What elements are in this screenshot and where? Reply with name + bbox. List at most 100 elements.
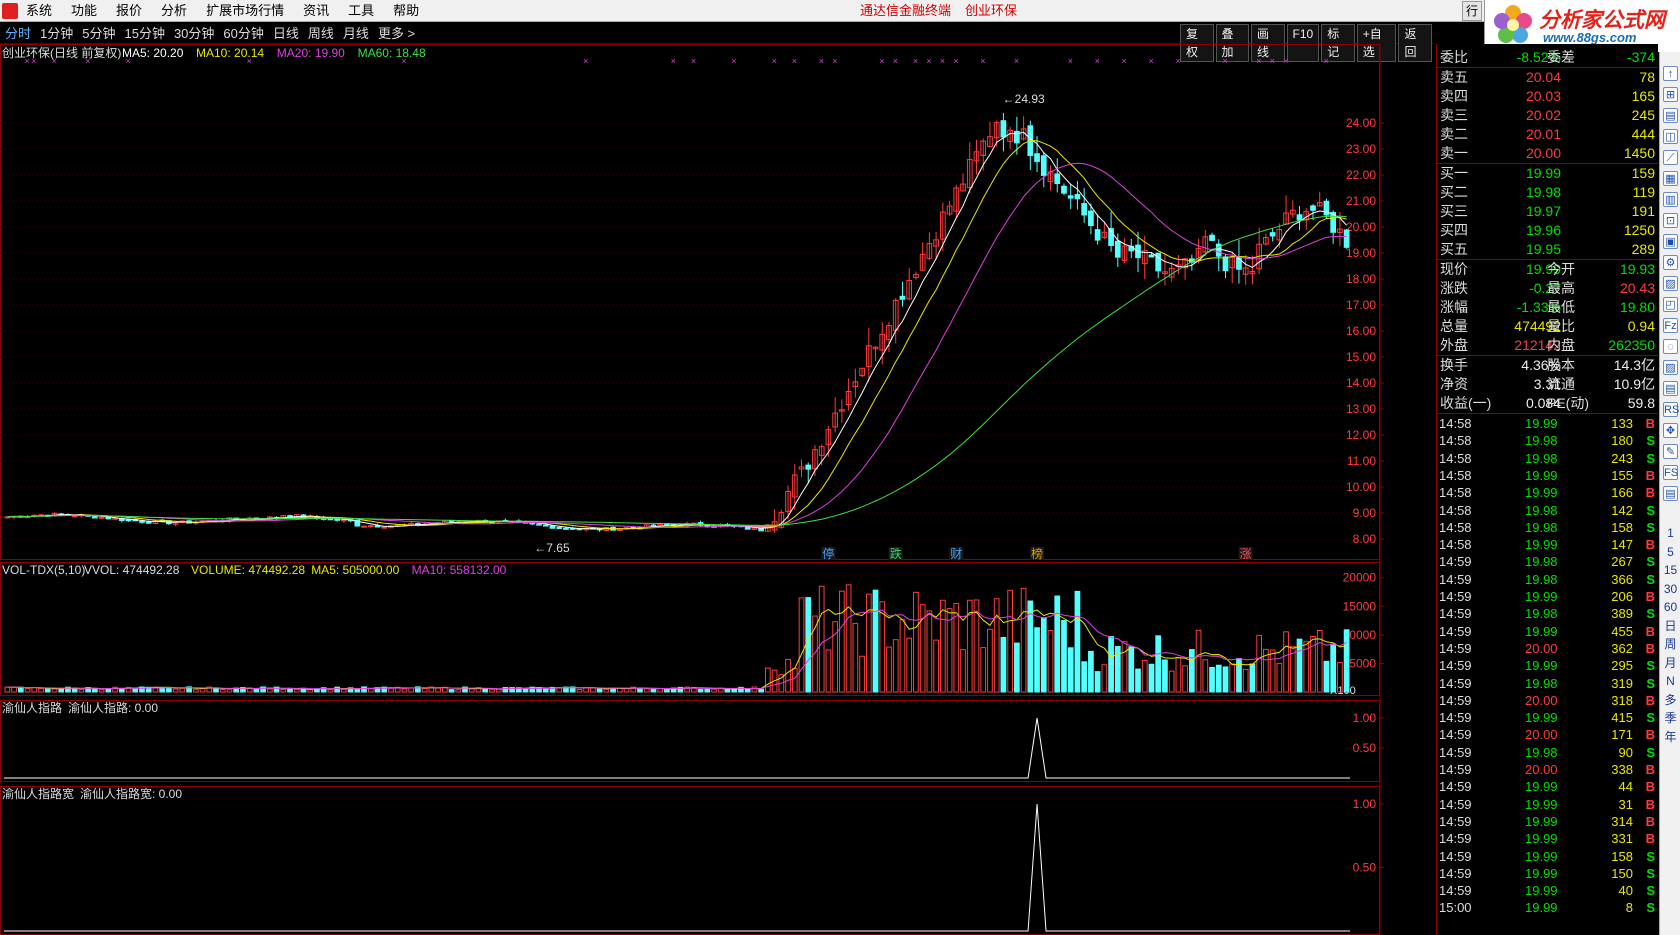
stat-row-4-value2: 262350 <box>1608 337 1655 353</box>
strip-tool-icon[interactable]: FS <box>1663 465 1678 480</box>
event-tag-3[interactable]: 榜 <box>1031 546 1043 561</box>
tick-volume: 158 <box>1611 848 1633 864</box>
tick-price: 20.00 <box>1525 692 1558 708</box>
strip-tool-icon[interactable]: ▤ <box>1663 108 1678 123</box>
tab-period-3[interactable]: 15分钟 <box>124 23 164 44</box>
strip-tool-icon[interactable]: ▣ <box>1663 234 1678 249</box>
strip-tool-icon[interactable]: ✥ <box>1663 423 1678 438</box>
price-tick-label: 13.00 <box>1346 402 1376 416</box>
tab-period-7[interactable]: 周线 <box>308 23 334 44</box>
volume-bar <box>11 686 17 693</box>
menu-item-0[interactable]: 系统 <box>26 0 52 22</box>
tick-row: 14:58 19.98 158 S <box>1437 519 1658 537</box>
volume-bar <box>744 688 751 693</box>
tab-period-9[interactable]: 更多 > <box>378 23 415 44</box>
tab-period-5[interactable]: 60分钟 <box>223 23 263 44</box>
tab-period-8[interactable]: 月线 <box>343 23 369 44</box>
menu-item-3[interactable]: 分析 <box>161 0 187 22</box>
brand-url[interactable]: www.88gs.com <box>1543 30 1636 45</box>
candle-body <box>536 523 542 526</box>
strip-period-5[interactable]: 日 <box>1663 619 1678 634</box>
volume-bar <box>1162 659 1168 693</box>
strip-period-9[interactable]: 多 <box>1663 693 1678 708</box>
strip-tool-icon[interactable]: ▦ <box>1663 171 1678 186</box>
tick-side: S <box>1646 571 1655 587</box>
menu-item-2[interactable]: 报价 <box>116 0 142 22</box>
bid-row-3-label: 买四 <box>1440 222 1468 238</box>
signal-marker: × <box>1148 56 1153 66</box>
tab-period-1[interactable]: 1分钟 <box>40 23 73 44</box>
tick-price: 19.99 <box>1525 485 1558 501</box>
menu-item-4[interactable]: 扩展市场行情 <box>206 0 284 22</box>
stat-row-2-value2: 19.80 <box>1619 299 1655 315</box>
ma-label-1: MA10: 20.14 <box>196 46 264 60</box>
strip-tool-icon[interactable]: ▥ <box>1663 192 1678 207</box>
strip-tool-icon[interactable]: ◰ <box>1663 297 1678 312</box>
candle-body <box>1094 229 1101 241</box>
tick-row: 14:58 19.99 166 B <box>1437 484 1658 502</box>
tick-side: B <box>1645 727 1655 743</box>
tick-row: 14:59 20.00 338 B <box>1437 761 1658 779</box>
window-control-button[interactable]: 行 <box>1462 1 1482 21</box>
strip-period-4[interactable]: 60 <box>1663 600 1678 615</box>
tick-time: 14:59 <box>1439 710 1472 726</box>
strip-period-2[interactable]: 15 <box>1663 563 1678 578</box>
signal-marker: × <box>1256 56 1261 66</box>
strip-tool-icon[interactable]: ▨ <box>1663 360 1678 375</box>
tab-period-4[interactable]: 30分钟 <box>174 23 214 44</box>
tick-volume: 8 <box>1625 900 1633 916</box>
strip-period-11[interactable]: 年 <box>1663 730 1678 745</box>
volume-bar <box>805 597 812 693</box>
tick-price: 19.99 <box>1525 796 1558 812</box>
event-tag-1[interactable]: 跌 <box>890 546 902 561</box>
menu-item-5[interactable]: 资讯 <box>303 0 329 22</box>
strip-tool-icon[interactable]: ✎ <box>1663 444 1678 459</box>
strip-tool-icon[interactable]: Fz <box>1663 318 1678 333</box>
strip-tool-icon[interactable]: ▨ <box>1663 276 1678 291</box>
volume-bar <box>879 601 886 693</box>
tab-period-0[interactable]: 分时 <box>5 23 31 44</box>
tick-side: S <box>1646 658 1655 674</box>
weibi-row-label2: 委差 <box>1547 49 1575 65</box>
strip-tool-icon[interactable]: ⊞ <box>1663 87 1678 102</box>
tab-period-6[interactable]: 日线 <box>273 23 299 44</box>
price-panel-title: 创业环保(日线 前复权) <box>2 45 121 60</box>
strip-period-3[interactable]: 30 <box>1663 582 1678 597</box>
tick-row: 14:59 20.00 318 B <box>1437 692 1658 710</box>
strip-tool-icon[interactable]: ⟋ <box>1663 150 1678 165</box>
tick-time: 14:59 <box>1439 571 1472 587</box>
strip-tool-icon[interactable]: ◫ <box>1663 129 1678 144</box>
strip-tool-icon[interactable]: RSI <box>1663 402 1680 417</box>
strip-tool-icon[interactable]: ▤ <box>1663 381 1678 396</box>
menu-item-1[interactable]: 功能 <box>71 0 97 22</box>
menu-center-link-1[interactable]: 创业环保 <box>965 3 1017 18</box>
strip-tool-icon[interactable]: ▤ <box>1663 486 1678 501</box>
strip-tool-icon[interactable]: ◌ <box>1663 339 1678 354</box>
strip-tool-icon[interactable]: ⚙ <box>1663 255 1678 270</box>
strip-period-0[interactable]: 1 <box>1663 526 1678 541</box>
event-tag-4[interactable]: 涨 <box>1240 546 1252 561</box>
menu-item-6[interactable]: 工具 <box>348 0 374 22</box>
strip-period-10[interactable]: 季 <box>1663 711 1678 726</box>
strip-period-6[interactable]: 周 <box>1663 637 1678 652</box>
event-tag-0[interactable]: 停 <box>822 546 834 561</box>
tab-period-2[interactable]: 5分钟 <box>82 23 115 44</box>
menu-center-link-0[interactable]: 通达信金融终端 <box>860 3 951 18</box>
ask-row-2: 卖三 20.02 245 <box>1437 106 1658 125</box>
strip-period-1[interactable]: 5 <box>1663 545 1678 560</box>
strip-tool-icon[interactable]: ⊡ <box>1663 213 1678 228</box>
strip-period-8[interactable]: N <box>1663 674 1678 689</box>
ask-row-1-price: 20.03 <box>1525 88 1561 104</box>
volume-bar <box>455 689 462 693</box>
tick-price: 19.99 <box>1525 865 1558 881</box>
price-tick-label: 20.00 <box>1346 220 1376 234</box>
volume-bar <box>603 688 610 693</box>
strip-tool-icon[interactable]: ↑ <box>1663 66 1678 81</box>
kline-chart[interactable]: 24.00 23.00 22.00 21.00 20.00 19.00 18.00 17.00… <box>0 44 1436 935</box>
event-tag-2[interactable]: 财 <box>950 547 962 561</box>
tick-volume: 158 <box>1611 519 1633 535</box>
menu-item-7[interactable]: 帮助 <box>393 0 419 22</box>
tick-row: 14:58 19.98 243 S <box>1437 450 1658 468</box>
strip-period-7[interactable]: 月 <box>1663 656 1678 671</box>
volume-bar <box>1222 666 1229 693</box>
